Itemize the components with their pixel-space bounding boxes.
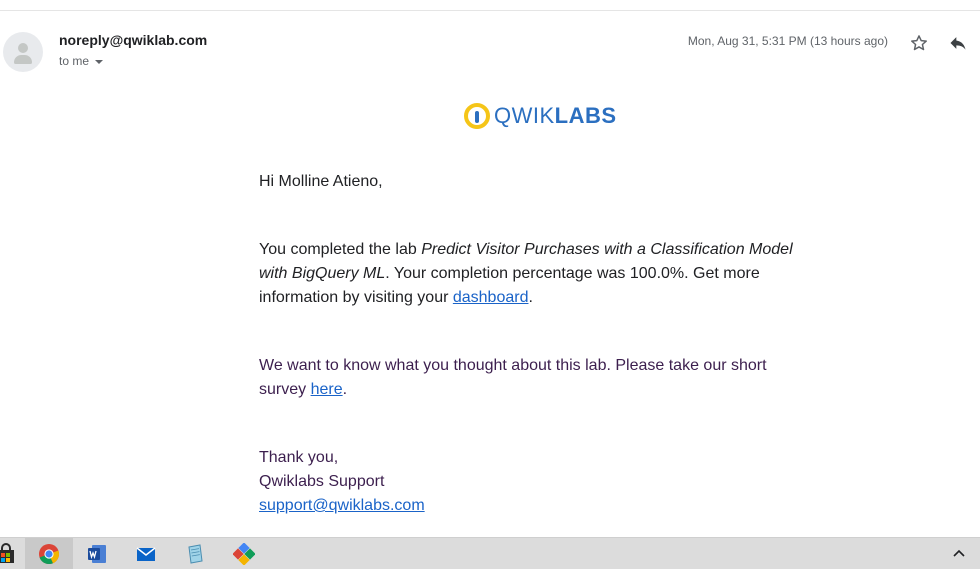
recipient-details-toggle[interactable]: to me [59, 54, 104, 68]
store-icon [0, 542, 14, 563]
greeting: Hi Molline Atieno, [259, 173, 383, 190]
support-email-link[interactable]: support@qwiklabs.com [259, 497, 425, 514]
completion-paragraph: You completed the lab Predict Visitor Pu… [259, 241, 793, 306]
chrome-icon [39, 543, 60, 564]
email-date: Mon, Aug 31, 5:31 PM (13 hours ago) [687, 34, 888, 48]
taskbar [0, 537, 980, 569]
recipient-label: to me [59, 54, 90, 68]
avatar-body [14, 55, 32, 64]
taskbar-notepad[interactable] [171, 538, 219, 569]
survey-link[interactable]: here [311, 381, 343, 398]
sender-avatar[interactable] [3, 32, 43, 72]
tray-expand-button[interactable] [952, 547, 966, 566]
caret-down-icon [95, 59, 104, 64]
qwiklabs-logo-icon [464, 103, 490, 129]
star-icon [911, 35, 927, 51]
taskbar-word[interactable] [73, 538, 121, 569]
dashboard-link[interactable]: dashboard [453, 289, 529, 306]
word-icon [88, 544, 106, 563]
qwiklabs-logo: QWIKLABS [462, 101, 617, 131]
reply-icon [950, 37, 966, 50]
avatar-head [18, 43, 28, 53]
notepad-icon [188, 543, 203, 564]
qwiklabs-logo-text: QWIKLABS [494, 103, 617, 128]
top-divider [0, 10, 980, 11]
reply-button[interactable] [945, 30, 971, 56]
mail-icon [136, 546, 156, 561]
taskbar-mail[interactable] [122, 538, 170, 569]
taskbar-chrome[interactable] [25, 538, 73, 569]
signoff: Thank you, [259, 449, 339, 466]
paint-icon [233, 542, 255, 565]
email-body: Hi Molline Atieno, You completed the lab… [259, 170, 799, 518]
signature: Thank you, Qwiklabs Support support@qwikla… [259, 446, 799, 518]
taskbar-paint[interactable] [220, 538, 268, 569]
chevron-up-icon [953, 549, 965, 557]
sender-email: noreply@qwiklab.com [59, 32, 208, 48]
team-name: Qwiklabs Support [259, 473, 385, 490]
star-button[interactable] [906, 30, 932, 56]
survey-paragraph: We want to know what you thought about t… [259, 357, 767, 398]
